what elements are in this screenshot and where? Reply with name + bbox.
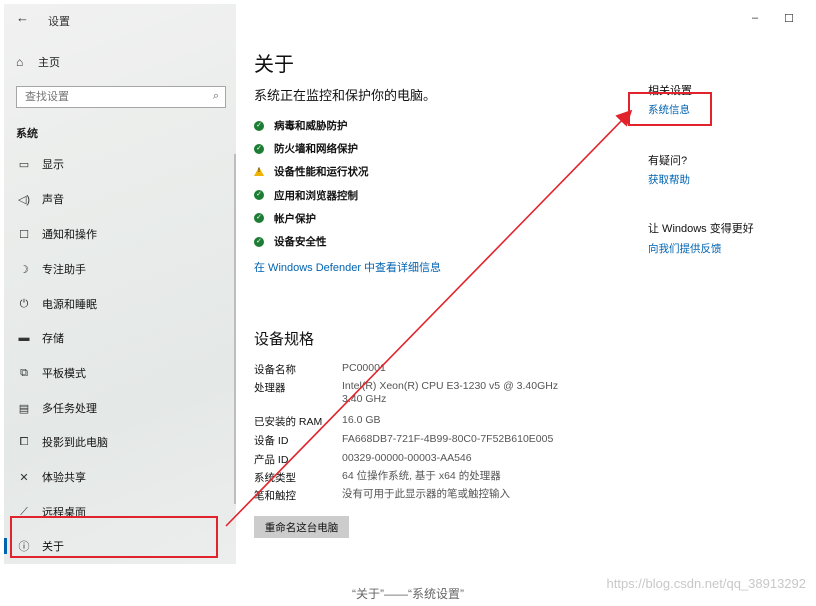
home-icon: ⌂ <box>16 55 24 69</box>
defender-details-link[interactable]: 在 Windows Defender 中查看详细信息 <box>254 259 441 275</box>
spec-row: 产品 ID 00329-00000-00003-AA546 <box>254 452 572 467</box>
protection-item: ! 设备性能和运行状况 <box>254 160 369 183</box>
spec-key: 设备名称 <box>254 364 296 376</box>
search-input[interactable] <box>17 87 197 107</box>
spec-value: Intel(R) Xeon(R) CPU E3-1230 v5 @ 3.40GH… <box>342 380 559 405</box>
protection-item: ✓ 病毒和威胁防护 <box>254 114 369 137</box>
spec-row: 设备 ID FA668DB7-721F-4B99-80C0-7F52B610E0… <box>254 433 572 448</box>
sidebar-item-label: 投影到此电脑 <box>42 437 108 449</box>
spec-key: 笔和触控 <box>254 490 296 502</box>
nav-home[interactable]: ⌂ 主页 <box>16 54 60 70</box>
protection-label: 帐户保护 <box>274 212 316 225</box>
sidebar-item-tablet[interactable]: ⧉ 平板模式 <box>4 357 236 389</box>
check-icon: ✓ <box>254 120 264 131</box>
sidebar-item-label: 电源和睡眠 <box>42 299 97 311</box>
check-icon: ✓ <box>254 236 264 247</box>
protection-item: ✓ 防火墙和网络保护 <box>254 137 369 160</box>
spec-value: 没有可用于此显示器的笔或触控输入 <box>342 488 510 500</box>
tablet-icon: ⧉ <box>20 366 28 379</box>
spec-value: PC00001 <box>342 362 386 374</box>
sidebar-item-display[interactable]: ▭ 显示 <box>4 148 236 180</box>
watermark: https://blog.csdn.net/qq_38913292 <box>606 576 807 591</box>
protection-label: 设备安全性 <box>274 236 327 249</box>
improve-windows-title: 让 Windows 变得更好 <box>648 223 754 235</box>
protection-label: 设备性能和运行状况 <box>274 166 369 179</box>
question-title: 有疑问? <box>648 155 688 167</box>
protection-list: ✓ 病毒和威胁防护 ✓ 防火墙和网络保护 ! 设备性能和运行状况 ✓ 应用和浏览… <box>254 114 369 253</box>
share-icon: ✕ <box>19 471 29 484</box>
title-bar: ← 设置 <box>4 4 236 34</box>
sidebar-item-focus-assist[interactable]: ☽ 专注助手 <box>4 253 236 285</box>
sidebar-item-label: 专注助手 <box>42 264 86 276</box>
annotation-box-system-info <box>628 92 712 126</box>
sidebar-item-sound[interactable]: ◁) 声音 <box>4 183 236 215</box>
project-icon: ⧠ <box>19 435 29 448</box>
check-icon: ✓ <box>254 213 264 224</box>
warning-icon: ! <box>254 167 264 177</box>
search-box[interactable]: ⌕ <box>16 86 226 108</box>
protection-label: 防火墙和网络保护 <box>274 143 358 156</box>
spec-key: 产品 ID <box>254 454 289 466</box>
sidebar-item-projecting[interactable]: ⧠ 投影到此电脑 <box>4 426 236 458</box>
maximize-button[interactable]: ☐ <box>784 12 794 25</box>
protection-item: ✓ 设备安全性 <box>254 230 369 253</box>
get-help-link[interactable]: 获取帮助 <box>648 172 690 187</box>
device-specs-title: 设备规格 <box>254 331 315 348</box>
protection-subtitle: 系统正在监控和保护你的电脑。 <box>254 88 437 103</box>
spec-row: 系统类型 64 位操作系统, 基于 x64 的处理器 <box>254 470 572 485</box>
page-title: 关于 <box>254 54 294 76</box>
minimize-button[interactable]: – <box>752 12 758 24</box>
sidebar: ← 设置 ⌂ 主页 ⌕ 系统 ▭ 显示 ◁) 声音 ☐ 通知和操作 ☽ 专注助手 <box>4 4 236 564</box>
sidebar-item-label: 存储 <box>42 333 64 345</box>
spec-value: 64 位操作系统, 基于 x64 的处理器 <box>342 470 501 482</box>
window-title: 设置 <box>48 16 70 28</box>
sidebar-item-shared-experiences[interactable]: ✕ 体验共享 <box>4 461 236 493</box>
sidebar-item-storage[interactable]: ▬ 存储 <box>4 322 236 354</box>
spec-key: 设备 ID <box>254 435 289 447</box>
sidebar-item-label: 体验共享 <box>42 472 86 484</box>
sidebar-scrollbar[interactable] <box>234 154 236 504</box>
nav-home-label: 主页 <box>38 57 60 69</box>
check-icon: ✓ <box>254 143 264 154</box>
sidebar-item-label: 多任务处理 <box>42 403 97 415</box>
sidebar-item-label: 声音 <box>42 194 64 206</box>
spec-row: 已安装的 RAM 16.0 GB <box>254 414 572 429</box>
moon-icon: ☽ <box>19 263 29 276</box>
spec-value: 16.0 GB <box>342 414 381 426</box>
spec-value: 00329-00000-00003-AA546 <box>342 452 472 464</box>
display-icon: ▭ <box>18 158 30 171</box>
annotation-box-about <box>10 516 218 558</box>
rename-pc-button[interactable]: 重命名这台电脑 <box>254 516 349 538</box>
multitask-icon: ▤ <box>18 402 30 415</box>
spec-key: 系统类型 <box>254 472 296 484</box>
sidebar-item-label: 通知和操作 <box>42 229 97 241</box>
sidebar-item-label: 平板模式 <box>42 368 86 380</box>
check-icon: ✓ <box>254 190 264 201</box>
feedback-link[interactable]: 向我们提供反馈 <box>648 241 722 256</box>
back-button[interactable]: ← <box>16 10 29 25</box>
protection-item: ✓ 应用和浏览器控制 <box>254 184 369 207</box>
sidebar-item-power[interactable]: ⏻ 电源和睡眠 <box>4 288 236 320</box>
protection-label: 应用和浏览器控制 <box>274 189 358 202</box>
storage-icon: ▬ <box>18 332 30 344</box>
settings-window: ← 设置 ⌂ 主页 ⌕ 系统 ▭ 显示 ◁) 声音 ☐ 通知和操作 ☽ 专注助手 <box>4 4 812 564</box>
sidebar-item-notifications[interactable]: ☐ 通知和操作 <box>4 218 236 250</box>
section-label-system: 系统 <box>16 128 38 140</box>
protection-label: 病毒和威胁防护 <box>274 120 348 133</box>
power-icon: ⏻ <box>19 297 29 310</box>
spec-row: 笔和触控 没有可用于此显示器的笔或触控输入 <box>254 488 572 503</box>
notification-icon: ☐ <box>19 228 29 241</box>
spec-row: 设备名称 PC00001 <box>254 362 572 377</box>
protection-item: ✓ 帐户保护 <box>254 207 369 230</box>
spec-value: FA668DB7-721F-4B99-80C0-7F52B610E005 <box>342 433 554 445</box>
sidebar-item-label: 显示 <box>42 159 64 171</box>
spec-row: 处理器 Intel(R) Xeon(R) CPU E3-1230 v5 @ 3.… <box>254 380 572 406</box>
spec-key: 处理器 <box>254 382 286 394</box>
spec-key: 已安装的 RAM <box>254 416 323 428</box>
sidebar-item-multitasking[interactable]: ▤ 多任务处理 <box>4 392 236 424</box>
sound-icon: ◁) <box>17 193 31 206</box>
search-icon[interactable]: ⌕ <box>213 90 219 103</box>
